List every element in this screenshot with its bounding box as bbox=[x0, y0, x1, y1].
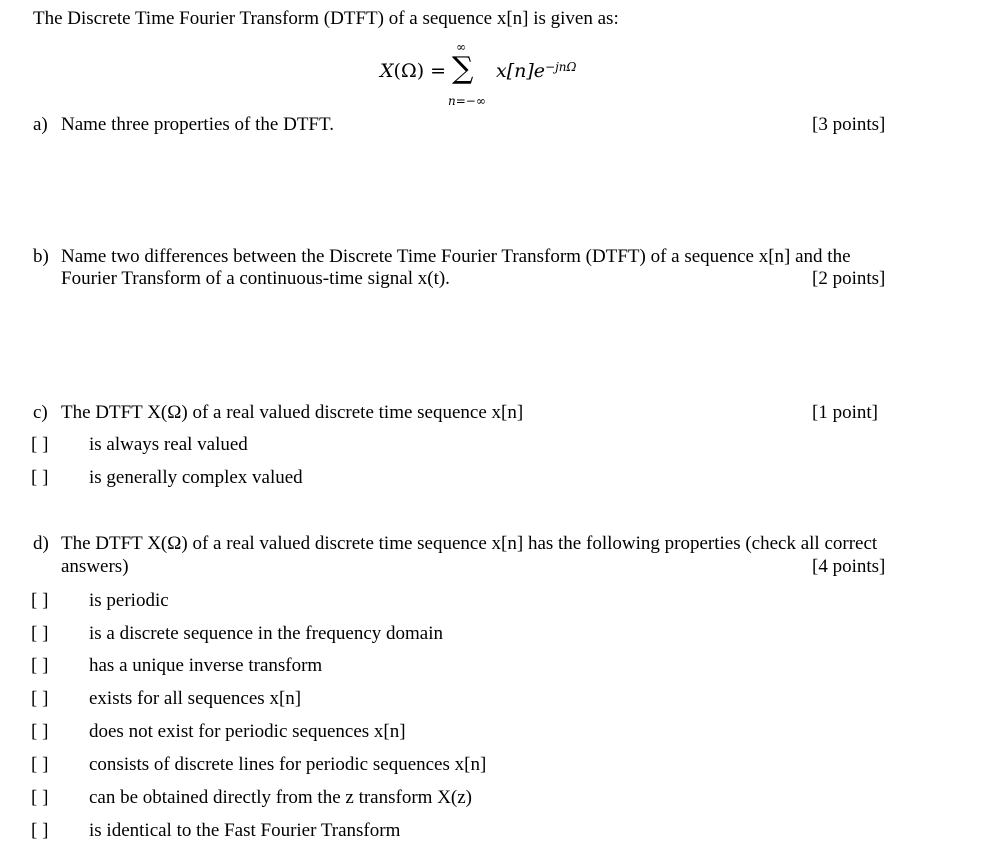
checkbox[interactable]: [ ] bbox=[31, 434, 89, 456]
question-c-points: [1 point] bbox=[812, 402, 878, 423]
question-b: b) Name two differences between the Discr… bbox=[33, 246, 851, 268]
question-d-option[interactable]: [ ] has a unique inverse transform bbox=[31, 655, 322, 677]
intro-text: The Discrete Time Fourier Transform (DTF… bbox=[33, 8, 619, 29]
question-d-text-line2: answers) bbox=[61, 556, 129, 577]
checkbox[interactable]: [ ] bbox=[31, 467, 89, 489]
checkbox-brackets: [ ] bbox=[31, 721, 49, 742]
question-d-option[interactable]: [ ] is identical to the Fast Fourier Tran… bbox=[31, 820, 400, 842]
sum-lower-limit: n=−∞ bbox=[448, 94, 486, 108]
checkbox[interactable]: [ ] bbox=[31, 754, 89, 776]
checkbox[interactable]: [ ] bbox=[31, 787, 89, 809]
checkbox-brackets: [ ] bbox=[31, 590, 49, 611]
checkbox-brackets: [ ] bbox=[31, 434, 49, 455]
question-d-option[interactable]: [ ] does not exist for periodic sequences… bbox=[31, 721, 406, 743]
option-text: can be obtained directly from the z tran… bbox=[89, 787, 473, 808]
option-text: is generally complex valued bbox=[89, 467, 303, 488]
question-b-text-line2: Fourier Transform of a continuous-time s… bbox=[61, 268, 450, 289]
question-a-label: a) bbox=[33, 114, 48, 135]
checkbox-brackets: [ ] bbox=[31, 688, 49, 709]
option-text: is periodic bbox=[89, 590, 169, 611]
formula-lhs-var: X bbox=[380, 60, 394, 82]
formula-paren-open: ( bbox=[393, 60, 401, 82]
question-d-option[interactable]: [ ] is periodic bbox=[31, 590, 169, 612]
question-d: d) The DTFT X(Ω) of a real valued discret… bbox=[33, 533, 877, 555]
checkbox[interactable]: [ ] bbox=[31, 590, 89, 612]
question-b-text-line1: Name two differences between the Discret… bbox=[61, 246, 851, 267]
option-text: consists of discrete lines for periodic … bbox=[89, 754, 487, 775]
option-text: has a unique inverse transform bbox=[89, 655, 323, 676]
formula-lhs: X(Ω) = bbox=[380, 60, 446, 82]
checkbox-brackets: [ ] bbox=[31, 787, 49, 808]
option-text: is a discrete sequence in the frequency … bbox=[89, 623, 443, 644]
formula-rhs-exponent: −jnΩ bbox=[545, 60, 577, 74]
checkbox[interactable]: [ ] bbox=[31, 655, 89, 677]
checkbox-brackets: [ ] bbox=[31, 820, 49, 841]
question-d-option[interactable]: [ ] is a discrete sequence in the frequen… bbox=[31, 623, 443, 645]
checkbox[interactable]: [ ] bbox=[31, 688, 89, 710]
option-text: is always real valued bbox=[89, 434, 248, 455]
question-d-points: [4 points] bbox=[812, 556, 886, 577]
question-c-option[interactable]: [ ] is always real valued bbox=[31, 434, 248, 456]
question-c-text: The DTFT X(Ω) of a real valued discrete … bbox=[61, 402, 524, 423]
dtft-formula: X(Ω) = ∞ ∑ n=−∞ x[n]e−jnΩ bbox=[380, 34, 620, 110]
question-d-option[interactable]: [ ] consists of discrete lines for period… bbox=[31, 754, 486, 776]
checkbox-brackets: [ ] bbox=[31, 655, 49, 676]
question-b-label: b) bbox=[33, 246, 49, 267]
checkbox-brackets: [ ] bbox=[31, 467, 49, 488]
formula-paren-close-equals: ) = bbox=[416, 60, 447, 82]
checkbox-brackets: [ ] bbox=[31, 623, 49, 644]
question-a-text: Name three properties of the DTFT. bbox=[61, 114, 334, 135]
question-c-option[interactable]: [ ] is generally complex valued bbox=[31, 467, 303, 489]
question-d-label: d) bbox=[33, 533, 49, 554]
question-d-option[interactable]: [ ] can be obtained directly from the z t… bbox=[31, 787, 472, 809]
option-text: does not exist for periodic sequences x[… bbox=[89, 721, 406, 742]
formula-rhs: x[n]e−jnΩ bbox=[496, 60, 576, 82]
formula-rhs-base: x[n]e bbox=[496, 60, 546, 82]
formula-omega: Ω bbox=[400, 60, 417, 82]
question-c-label: c) bbox=[33, 402, 48, 423]
question-c: c) The DTFT X(Ω) of a real valued discret… bbox=[33, 402, 523, 424]
question-d-option[interactable]: [ ] exists for all sequences x[n] bbox=[31, 688, 301, 710]
question-d-text-line1: The DTFT X(Ω) of a real valued discrete … bbox=[61, 533, 878, 554]
checkbox[interactable]: [ ] bbox=[31, 820, 89, 842]
checkbox[interactable]: [ ] bbox=[31, 721, 89, 743]
option-text: exists for all sequences x[n] bbox=[89, 688, 302, 709]
summation-symbol: ∑ bbox=[452, 51, 474, 86]
checkbox[interactable]: [ ] bbox=[31, 623, 89, 645]
question-a-points: [3 points] bbox=[812, 114, 886, 135]
option-text: is identical to the Fast Fourier Transfo… bbox=[89, 820, 401, 841]
question-a: a) Name three properties of the DTFT. bbox=[33, 114, 334, 136]
question-b-points: [2 points] bbox=[812, 268, 886, 289]
checkbox-brackets: [ ] bbox=[31, 754, 49, 775]
